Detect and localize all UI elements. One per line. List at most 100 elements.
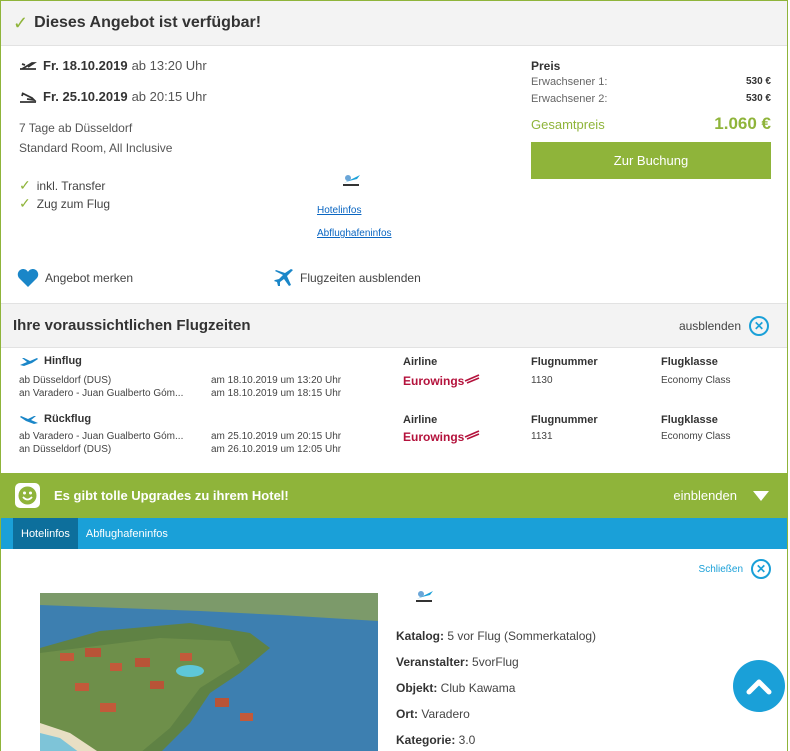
flight-times-header: Ihre voraussichtlichen Flugzeiten ausble… [1,304,787,348]
flight-direction: Rückflug [44,413,92,425]
price-label: Preis [531,59,561,73]
flight-number: 1131 [531,431,553,442]
flight-class: Economy Class [661,431,731,442]
detail-value: 5 vor Flug (Sommerkatalog) [444,629,597,643]
hotelinfo-link[interactable]: Hotelinfos [317,205,361,216]
duration-text: 7 Tage ab Düsseldorf [19,121,133,135]
outbound-time: ab 13:20 Uhr [131,58,207,73]
upgrades-left: Es gibt tolle Upgrades zu ihrem Hotel! [15,483,289,508]
room-text: Standard Room, All Inclusive [19,141,173,155]
airline-header: Airline [403,356,438,368]
availability-title: Dieses Angebot ist verfügbar! [34,14,262,31]
return-flight-heading: Rückflug [19,413,91,425]
arrival-plane-icon [20,91,37,103]
eurowings-logo: Eurowings [403,374,480,388]
total-price: Gesamtpreis 1.060 € [531,114,771,134]
offer-summary: Fr. 18.10.2019 ab 13:20 Uhr Fr. 25.10.20… [1,46,787,304]
hotel-photo [40,593,378,751]
checkmark-icon: ✓ [19,195,31,211]
close-icon: ✕ [749,315,769,336]
close-label: Schließen [698,563,743,575]
detail-key: Veranstalter: [396,655,469,669]
eurowings-logo: Eurowings [403,430,480,444]
hide-flights-label: Flugzeiten ausblenden [300,271,421,285]
heart-icon [17,269,39,287]
detail-key: Kategorie: [396,733,456,747]
feature-label: inkl. Transfer [36,178,106,193]
upgrades-bar[interactable]: Es gibt tolle Upgrades zu ihrem Hotel! e… [1,473,787,518]
leg-departure: am 25.10.2019 um 20:15 Uhr [211,431,342,442]
operator-logo-icon [343,175,360,186]
eurowings-wings-icon [465,430,480,440]
feature-transfer: ✓ inkl. Transfer [19,177,105,194]
caret-down-icon [753,490,769,501]
operator-logo-icon [416,591,433,602]
price-row-label: Erwachsener 2: [531,93,608,105]
leg-arrival: am 26.10.2019 um 12:05 Uhr [211,444,342,455]
close-hotel-info-button[interactable]: Schließen ✕ [699,559,771,579]
leg-from: ab Düsseldorf (DUS) [19,375,112,386]
info-tabs: Hotelinfos Abflughafeninfos [1,518,787,549]
checkmark-icon: ✓ [19,177,31,193]
return-time: ab 20:15 Uhr [131,89,207,104]
save-offer-button[interactable]: Angebot merken [17,268,133,288]
outbound-line: Fr. 18.10.2019 ab 13:20 Uhr [19,58,207,73]
smiley-icon [15,483,40,508]
price-row: Erwachsener 1: 530 € [531,76,771,93]
chevron-up-icon [746,679,772,695]
outbound-flight-heading: Hinflug [19,355,82,367]
airportinfo-link[interactable]: Abflughafeninfos [317,228,392,239]
detail-key: Katalog: [396,629,444,643]
availability-header: ✓ Dieses Angebot ist verfügbar! [1,1,787,46]
price-row-label: Erwachsener 1: [531,76,608,88]
flight-number: 1130 [531,375,553,386]
flight-number-header: Flugnummer [531,414,598,426]
leg-to: an Varadero - Juan Gualberto Góm... [19,388,184,399]
price-box: Preis Erwachsener 1: 530 € Erwachsener 2… [531,59,771,179]
book-button[interactable]: Zur Buchung [531,142,771,179]
total-price-label: Gesamtpreis [531,116,605,132]
detail-value: Club Kawama [437,681,516,695]
leg-departure: am 18.10.2019 um 13:20 Uhr [211,375,342,386]
hide-flight-times-button[interactable]: ausblenden ✕ [678,315,769,336]
price-row-value: 530 € [745,76,771,87]
feature-train: ✓ Zug zum Flug [19,195,110,212]
flight-times-table: Hinflug Airline Flugnummer Flugklasse ab… [1,348,787,473]
airline-header: Airline [403,414,438,426]
upgrades-toggle-label: einblenden [673,488,737,503]
eurowings-wings-icon [465,374,480,384]
leg-arrival: am 18.10.2019 um 18:15 Uhr [211,388,342,399]
tab-hotelinfos[interactable]: Hotelinfos [13,518,78,549]
airline-name: Eurowings [403,430,465,444]
hide-flight-times-label: ausblenden [678,318,741,333]
tab-abflughafeninfos[interactable]: Abflughafeninfos [78,518,176,549]
price-row: Erwachsener 2: 530 € [531,93,771,110]
airplane-icon [274,269,293,286]
detail-key: Ort: [396,707,418,721]
arrival-plane-icon [20,416,38,424]
detail-catalog: Katalog: 5 vor Flug (Sommerkatalog) [396,629,596,643]
detail-location: Ort: Varadero [396,707,470,721]
offer-panel: ✓ Dieses Angebot ist verfügbar! Fr. 18.1… [0,0,788,751]
save-offer-label: Angebot merken [45,271,134,285]
return-line: Fr. 25.10.2019 ab 20:15 Uhr [19,89,207,104]
close-icon: ✕ [751,559,771,579]
price-row-value: 530 € [745,93,771,104]
detail-value: 5vorFlug [468,655,519,669]
detail-key: Objekt: [396,681,438,695]
flight-class-header: Flugklasse [661,414,718,426]
airline-name: Eurowings [403,374,465,388]
leg-to: an Düsseldorf (DUS) [19,444,112,455]
feature-label: Zug zum Flug [36,196,111,211]
return-date: Fr. 25.10.2019 [43,89,128,104]
flight-times-title: Ihre voraussichtlichen Flugzeiten [13,317,251,334]
scroll-to-top-button[interactable] [733,660,785,712]
detail-operator: Veranstalter: 5vorFlug [396,655,519,669]
checkmark-icon: ✓ [13,12,29,33]
departure-plane-icon [20,61,37,70]
flight-number-header: Flugnummer [531,356,598,368]
upgrades-toggle[interactable]: einblenden [673,488,769,503]
detail-value: Varadero [418,707,470,721]
detail-value: 3.0 [455,733,476,747]
hide-flights-button[interactable]: Flugzeiten ausblenden [273,268,421,288]
